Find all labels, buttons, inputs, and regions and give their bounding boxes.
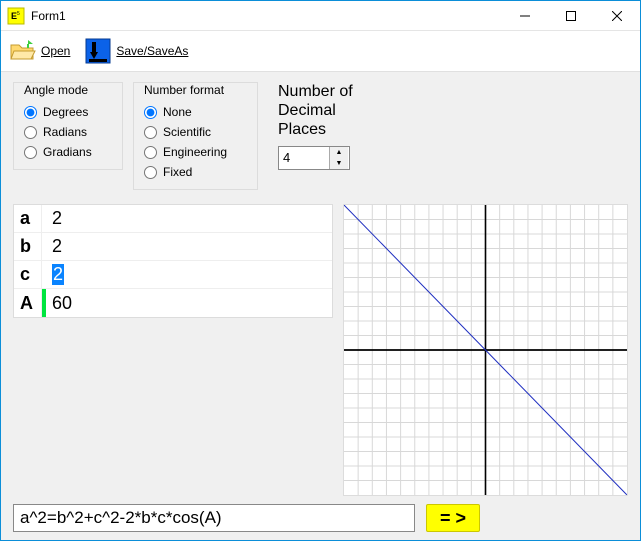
spinner-up-button[interactable]: ▲: [330, 147, 348, 158]
number-format-none[interactable]: None: [144, 105, 247, 119]
radio-label: Scientific: [163, 125, 211, 139]
save-icon: [84, 37, 112, 65]
minimize-icon: [520, 11, 530, 21]
titlebar: E5 Form1: [1, 1, 640, 31]
spinner-down-button[interactable]: ▼: [330, 158, 348, 169]
folder-open-icon: [9, 37, 37, 65]
radio-engineering[interactable]: [144, 146, 157, 159]
angle-mode-degrees[interactable]: Degrees: [24, 105, 112, 119]
plot-svg: [344, 205, 627, 495]
var-name: A: [14, 289, 42, 317]
angle-mode-title: Angle mode: [24, 83, 112, 97]
var-name: a: [14, 205, 42, 232]
angle-mode-group: Angle mode Degrees Radians Gradians: [13, 82, 123, 170]
var-value[interactable]: 2: [46, 233, 332, 260]
var-name: c: [14, 261, 42, 288]
evaluate-button[interactable]: = >: [426, 504, 480, 532]
variable-table[interactable]: a 2 b 2 c 2 A 60: [13, 204, 333, 318]
radio-degrees[interactable]: [24, 106, 37, 119]
save-group[interactable]: Save/SaveAs: [84, 37, 188, 65]
maximize-icon: [566, 11, 576, 21]
bottom-row: = >: [13, 496, 628, 532]
var-value[interactable]: 2: [46, 205, 332, 232]
decimal-places-spinner[interactable]: ▲ ▼: [278, 146, 350, 170]
mid-row: a 2 b 2 c 2 A 60: [13, 204, 628, 496]
expression-input[interactable]: [13, 504, 415, 532]
plot-area[interactable]: [343, 204, 628, 496]
window-title: Form1: [31, 9, 502, 23]
table-row[interactable]: b 2: [14, 233, 332, 261]
close-icon: [612, 11, 622, 21]
var-value[interactable]: 60: [46, 289, 332, 317]
window-controls: [502, 1, 640, 30]
content-area: Angle mode Degrees Radians Gradians Numb…: [1, 72, 640, 540]
decimal-places-label: Number of Decimal Places: [278, 82, 353, 140]
number-format-group: Number format None Scientific Engineerin…: [133, 82, 258, 190]
decimal-places-group: Number of Decimal Places ▲ ▼: [278, 82, 353, 170]
close-button[interactable]: [594, 1, 640, 30]
var-name: b: [14, 233, 42, 260]
radio-label: Radians: [43, 125, 87, 139]
evaluate-label: = >: [440, 508, 466, 529]
radio-label: None: [163, 105, 192, 119]
radio-radians[interactable]: [24, 126, 37, 139]
open-label: Open: [41, 44, 70, 58]
radio-none[interactable]: [144, 106, 157, 119]
angle-mode-gradians[interactable]: Gradians: [24, 145, 112, 159]
number-format-fixed[interactable]: Fixed: [144, 165, 247, 179]
expression-box: [13, 504, 416, 532]
maximize-button[interactable]: [548, 1, 594, 30]
decimal-places-input[interactable]: [279, 147, 329, 169]
svg-text:5: 5: [17, 11, 20, 17]
number-format-title: Number format: [144, 83, 247, 97]
table-row[interactable]: A 60: [14, 289, 332, 317]
radio-fixed[interactable]: [144, 166, 157, 179]
radio-label: Fixed: [163, 165, 192, 179]
app-icon: E5: [7, 7, 25, 25]
table-row[interactable]: c 2: [14, 261, 332, 289]
radio-gradians[interactable]: [24, 146, 37, 159]
toolbar: Open Save/SaveAs: [1, 31, 640, 72]
save-label: Save/SaveAs: [116, 44, 188, 58]
radio-label: Degrees: [43, 105, 88, 119]
number-format-engineering[interactable]: Engineering: [144, 145, 247, 159]
number-format-scientific[interactable]: Scientific: [144, 125, 247, 139]
radio-label: Gradians: [43, 145, 92, 159]
app-window: E5 Form1 Open Save/SaveAs: [0, 0, 641, 541]
radio-label: Engineering: [163, 145, 227, 159]
var-value[interactable]: 2: [46, 261, 332, 288]
minimize-button[interactable]: [502, 1, 548, 30]
table-row[interactable]: a 2: [14, 205, 332, 233]
top-controls: Angle mode Degrees Radians Gradians Numb…: [13, 82, 628, 190]
radio-scientific[interactable]: [144, 126, 157, 139]
angle-mode-radians[interactable]: Radians: [24, 125, 112, 139]
open-group[interactable]: Open: [9, 37, 70, 65]
